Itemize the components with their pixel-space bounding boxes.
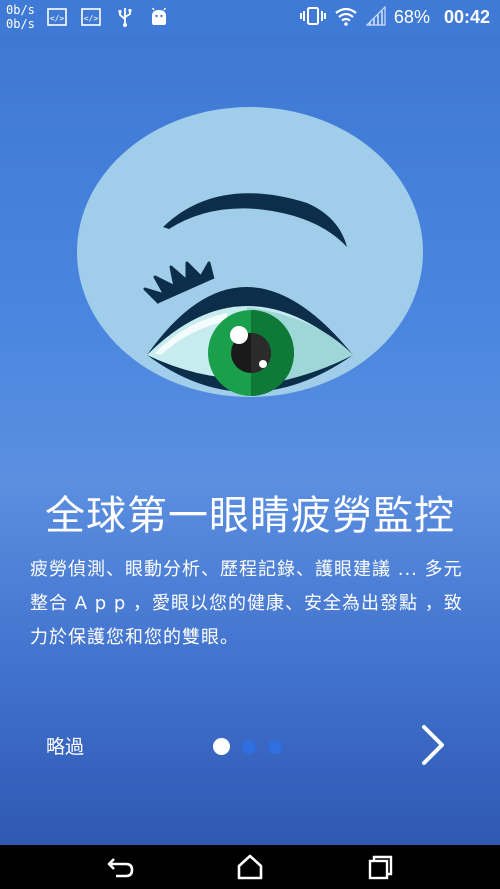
page-indicator [213,738,282,755]
code-icon: </> [80,7,102,27]
page-dot[interactable] [242,739,256,754]
android-icon [148,7,170,27]
vibrate-icon [299,6,326,30]
network-speed: 0b/s 0b/s [6,3,35,31]
chevron-right-icon [422,725,444,765]
navigation-bar [0,845,500,889]
clock: 00:42 [443,7,490,27]
notification-icons: </> </> [46,7,170,27]
next-button[interactable] [412,723,454,767]
recents-icon [368,855,393,880]
eye-illustration [143,193,353,396]
page-dot[interactable] [268,739,282,754]
description: 疲勞偵測、眼動分析、歷程記錄、護眼建議 ... 多元整合 A p p ，愛眼以您… [30,559,463,648]
system-icons: 68% 00:42 [299,0,490,35]
back-button[interactable] [106,853,136,881]
page-dot-active[interactable] [213,738,230,755]
skip-button[interactable]: 略過 [46,732,84,759]
svg-text:</>: </> [50,14,65,23]
home-button[interactable] [235,853,265,881]
recents-button[interactable] [365,853,395,881]
onboarding-page: 全球第一眼睛疲勞監控 疲勞偵測、眼動分析、歷程記錄、護眼建議 ... 多元整合 … [0,35,500,845]
battery-percent: 68% [393,7,430,27]
back-icon [107,858,134,878]
svg-text:</>: </> [84,14,99,23]
usb-icon [114,7,136,27]
status-bar: 0b/s 0b/s </> </> 68% 00:42 [0,0,500,35]
signal-icon [365,5,386,30]
net-speed-down: 0b/s [6,17,35,31]
home-icon [237,854,263,880]
wifi-icon [334,6,358,30]
headline: 全球第一眼睛疲勞監控 [45,493,455,539]
code-icon: </> [46,7,68,27]
net-speed-up: 0b/s [6,3,35,17]
